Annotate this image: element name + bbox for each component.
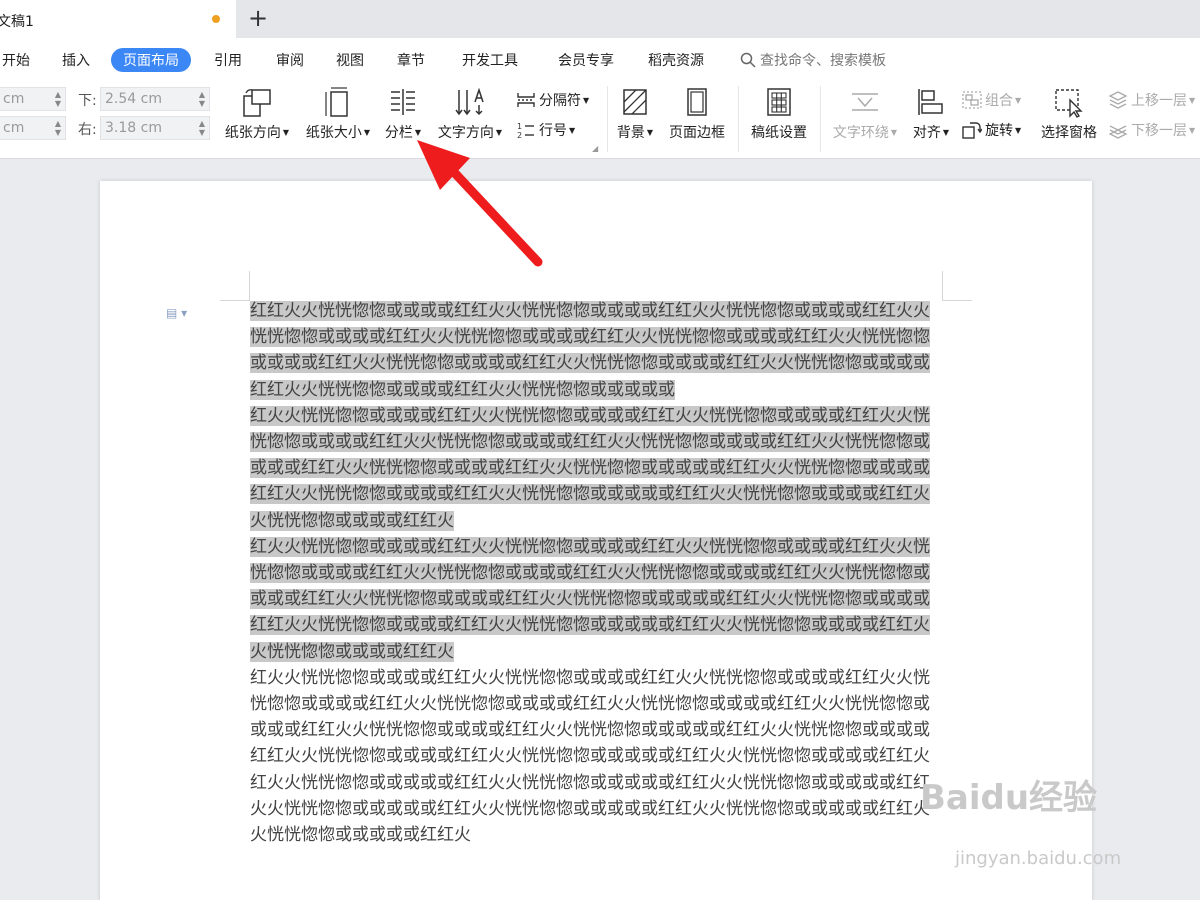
baidu-watermark: Baidu经验: [920, 778, 1098, 818]
baidu-watermark-url: jingyan.baidu.com: [955, 848, 1122, 869]
annotation-arrow-icon: [417, 140, 543, 267]
